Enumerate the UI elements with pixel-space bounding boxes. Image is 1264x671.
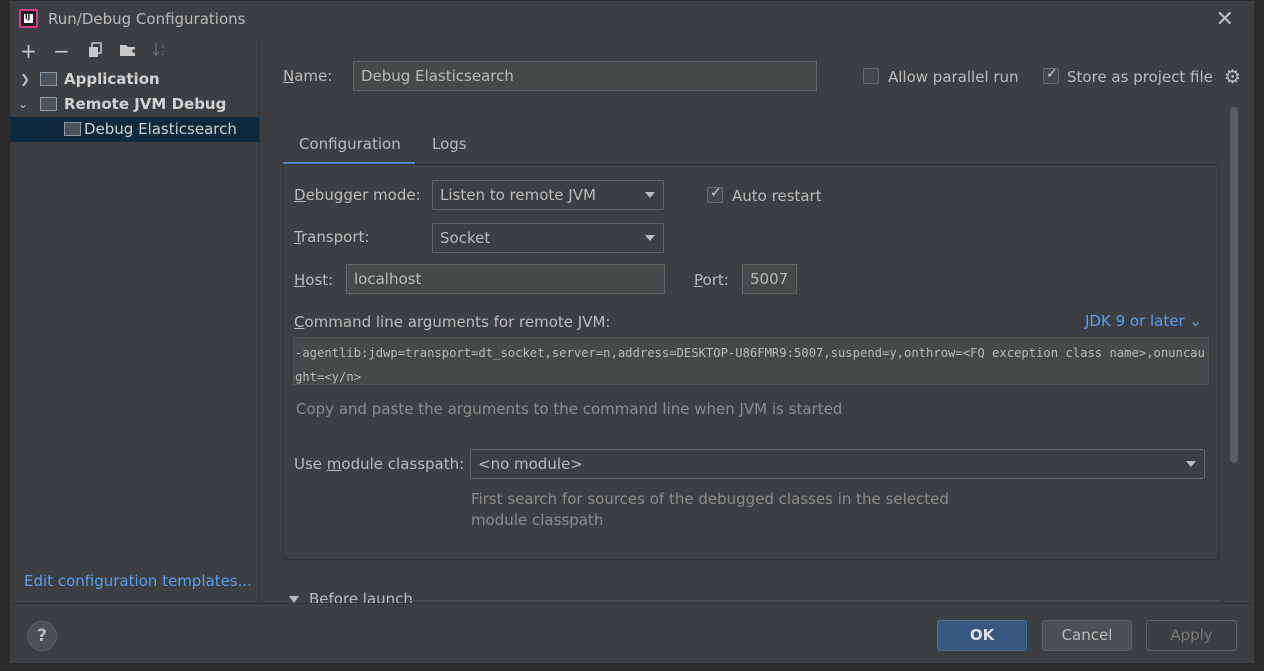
svg-text:z: z [161,50,164,57]
remote-debug-icon [40,97,57,111]
debugger-mode-select[interactable]: Listen to remote JVM [432,180,664,210]
dropdown-arrow-icon [1186,461,1196,467]
application-icon [40,72,57,86]
configuration-editor: Name: Debug Elasticsearch Allow parallel… [261,37,1254,608]
auto-restart-label: Auto restart [732,187,822,205]
ok-button[interactable]: OK [937,620,1027,651]
jdk-version-dropdown[interactable]: JDK 9 or later ⌄ [1085,312,1202,330]
chevron-down-icon: ⌄ [1189,312,1202,330]
module-hint-line-1: First search for sources of the debugged… [471,490,949,508]
dialog-footer: ? OK Cancel Apply [10,603,1254,663]
transport-label: Transport: [294,228,370,246]
before-launch-divider [409,600,1219,601]
intellij-app-icon: IJ [19,9,38,28]
new-folder-icon[interactable] [115,41,140,63]
debugger-mode-label: Debugger mode: [294,186,421,204]
close-icon[interactable]: ✕ [1216,7,1234,32]
copy-icon[interactable] [82,41,107,63]
chevron-down-icon[interactable]: ⌄ [18,92,30,117]
dropdown-arrow-icon [645,192,655,198]
help-button[interactable]: ? [27,621,57,651]
allow-parallel-run-label: Allow parallel run [888,68,1019,86]
edit-configuration-templates-link[interactable]: Edit configuration templates... [24,572,252,590]
command-line-args-field[interactable]: -agentlib:jdwp=transport=dt_socket,serve… [293,337,1209,385]
remove-icon[interactable]: − [49,41,74,63]
dialog-title: Run/Debug Configurations [48,10,246,28]
expand-triangle-icon [289,596,299,603]
tab-configuration[interactable]: Configuration [283,127,415,165]
command-line-hint: Copy and paste the arguments to the comm… [296,400,843,418]
transport-select[interactable]: Socket [432,223,664,253]
tree-item-remote-jvm-debug[interactable]: ⌄ Remote JVM Debug [10,92,259,117]
command-line-args-label: Command line arguments for remote JVM: [294,313,611,331]
configurations-tree: ❯ Application ⌄ Remote JVM Debug Debug E… [10,67,259,142]
tree-item-application[interactable]: ❯ Application [10,67,259,92]
module-hint-line-2: module classpath [471,511,604,529]
vertical-scrollbar[interactable] [1230,107,1238,463]
module-classpath-label: Use module classpath: [294,455,465,473]
run-debug-dialog: IJ Run/Debug Configurations ✕ + − az ❯ A… [9,0,1255,663]
sidebar-toolbar: + − az [16,41,173,63]
chevron-right-icon[interactable]: ❯ [20,67,32,92]
tree-item-debug-elasticsearch[interactable]: Debug Elasticsearch [10,117,259,142]
sort-icon[interactable]: az [148,41,173,63]
module-classpath-select[interactable]: <no module> [470,449,1205,479]
allow-parallel-run-checkbox[interactable] [863,68,879,84]
dropdown-arrow-icon [645,235,655,241]
store-as-project-file-checkbox[interactable] [1043,66,1059,84]
svg-text:a: a [161,43,165,50]
host-field[interactable]: localhost [346,264,665,294]
title-bar: IJ Run/Debug Configurations ✕ [10,1,1254,37]
remote-debug-config-icon [64,122,81,136]
name-field[interactable]: Debug Elasticsearch [353,61,817,91]
name-label: Name: [283,67,333,85]
host-label: Host: [294,271,334,289]
port-field[interactable]: 5007 [742,264,797,294]
configurations-sidebar: + − az ❯ Application ⌄ Remote JVM Debug [10,37,260,603]
store-as-project-file-label: Store as project file [1067,68,1213,86]
auto-restart-checkbox[interactable] [707,185,723,203]
apply-button[interactable]: Apply [1146,620,1237,651]
gear-icon[interactable]: ⚙ [1224,66,1241,88]
port-label: Port: [694,271,729,289]
add-icon[interactable]: + [16,41,41,63]
cancel-button[interactable]: Cancel [1042,620,1132,651]
tab-logs[interactable]: Logs [416,127,483,165]
